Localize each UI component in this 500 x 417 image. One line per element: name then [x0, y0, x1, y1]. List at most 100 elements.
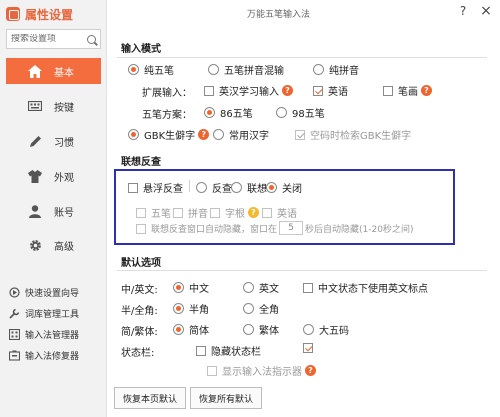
radio-control[interactable]	[173, 324, 184, 335]
radio-control[interactable]	[266, 182, 277, 193]
radio-wubi-pinyin[interactable]: 五笔拼音混输	[208, 62, 284, 77]
check-show-indicator[interactable]: 显示输入法指示器 ?	[207, 363, 316, 378]
help-icon[interactable]: ?	[305, 365, 316, 376]
radio-label: 反查	[212, 184, 232, 195]
auto-hide-suffix-text: 秒后自动隐藏(1-20秒之间)	[305, 225, 414, 235]
checkbox-control[interactable]	[262, 207, 272, 218]
check-sub-pinyin[interactable]: 拼音	[173, 205, 208, 220]
checkbox-control[interactable]	[383, 85, 393, 96]
check-space-gbk[interactable]: 空码时检索GBK生僻字	[295, 127, 411, 142]
radio-control[interactable]	[276, 107, 287, 118]
radio-control[interactable]	[208, 64, 219, 75]
radio-98-wubi[interactable]: 98五笔	[276, 105, 325, 120]
check-auto-hide[interactable]: 联想反查窗口自动隐藏，窗口在	[136, 222, 277, 235]
gear-icon	[28, 238, 42, 252]
close-button[interactable]: ×	[478, 3, 494, 19]
checkbox-control[interactable]	[207, 365, 217, 376]
help-icon[interactable]: ?	[248, 207, 259, 218]
check-hide-status-bar[interactable]: 隐藏状态栏	[196, 343, 261, 358]
radio-reverse[interactable]: 反查	[196, 180, 232, 195]
check-english[interactable]: 英语	[313, 83, 348, 98]
radio-control[interactable]	[128, 129, 139, 140]
radio-control[interactable]	[173, 303, 184, 314]
radio-label: 繁体	[259, 326, 279, 337]
radio-control[interactable]	[213, 129, 224, 140]
radio-chinese[interactable]: 中文	[173, 280, 209, 295]
radio-english[interactable]: 英文	[243, 280, 279, 295]
search-input[interactable]	[11, 34, 85, 44]
tool-ime-manager[interactable]: 输入法管理器	[8, 326, 105, 342]
checkbox-control[interactable]	[128, 182, 138, 193]
tool-ime-repair[interactable]: 输入法修复器	[8, 347, 105, 363]
window-title: 万能五笔输入法	[247, 10, 311, 20]
tool-dict-manager[interactable]: 词库管理工具	[8, 305, 105, 321]
checkbox-control[interactable]	[196, 345, 206, 356]
radio-association[interactable]: 联想	[231, 180, 267, 195]
check-sub-wubi[interactable]: 五笔	[136, 205, 171, 220]
radio-off[interactable]: 关闭	[266, 180, 302, 195]
radio-big5[interactable]: 大五码	[303, 322, 349, 337]
checkbox-control[interactable]	[313, 85, 323, 96]
radio-control[interactable]	[204, 107, 215, 118]
radio-control[interactable]	[196, 182, 207, 193]
checkbox-label: 空码时检索GBK生僻字	[310, 131, 412, 142]
check-en-punct-in-cn[interactable]: 中文状态下使用英文标点	[303, 280, 428, 295]
radio-pure-wubi[interactable]: 纯五笔	[128, 62, 174, 77]
checkbox-control[interactable]	[303, 343, 313, 353]
nav-item-keys[interactable]: 按键	[6, 93, 101, 119]
radio-common-chars[interactable]: 常用汉字	[213, 127, 269, 142]
check-sub-english[interactable]: 英语	[262, 205, 297, 220]
checkbox-control[interactable]	[173, 207, 183, 218]
radio-control[interactable]	[243, 303, 254, 314]
checkbox-control[interactable]	[295, 129, 305, 140]
main-panel: 万能五笔输入法 ? × 输入模式 纯五笔 五笔拼音混输 纯拼音 扩展输入： 英汉…	[107, 0, 500, 417]
radio-control[interactable]	[173, 282, 184, 293]
radio-86-wubi[interactable]: 86五笔	[204, 105, 253, 120]
help-icon[interactable]: ?	[282, 85, 293, 96]
check-status-extra[interactable]	[303, 343, 318, 353]
radio-label: 纯拼音	[329, 66, 359, 77]
radio-half-width[interactable]: 半角	[173, 301, 209, 316]
checkbox-control[interactable]	[136, 207, 146, 218]
radio-label: 常用汉字	[229, 131, 269, 142]
radio-simplified[interactable]: 简体	[173, 322, 209, 337]
search-icon[interactable]	[87, 34, 96, 44]
radio-gbk-rare[interactable]: GBK生僻字 ?	[128, 127, 210, 142]
checkbox-label: 联想反查窗口自动隐藏，窗口在	[151, 225, 278, 235]
divider	[117, 57, 487, 58]
checkbox-control[interactable]	[204, 85, 214, 96]
check-float-reverse[interactable]: 悬浮反查	[128, 180, 183, 195]
checkbox-control[interactable]	[210, 207, 220, 218]
radio-control[interactable]	[303, 324, 314, 335]
check-en-cn-learning[interactable]: 英汉学习输入 ?	[204, 83, 293, 98]
checkbox-control[interactable]	[136, 223, 146, 234]
radio-control[interactable]	[243, 282, 254, 293]
radio-control[interactable]	[128, 64, 139, 75]
radio-control[interactable]	[231, 182, 242, 193]
nav-item-basic[interactable]: 基本	[6, 58, 101, 84]
brand-title: 属性设置	[25, 7, 74, 22]
help-icon[interactable]: ?	[421, 85, 432, 96]
nav-item-advanced[interactable]: 高级	[6, 232, 101, 258]
nav-item-account[interactable]: 账号	[6, 198, 101, 224]
help-icon[interactable]: ?	[198, 129, 210, 140]
restore-all-defaults-button[interactable]: 恢复所有默认	[190, 387, 262, 409]
radio-pure-pinyin[interactable]: 纯拼音	[313, 62, 359, 77]
radio-control[interactable]	[243, 324, 254, 335]
radio-traditional[interactable]: 繁体	[243, 322, 279, 337]
auto-hide-seconds-input[interactable]: 5	[279, 221, 303, 235]
help-button[interactable]: ?	[455, 4, 471, 20]
section-title-reverse: 联想反查	[121, 157, 161, 168]
checkbox-control[interactable]	[303, 282, 313, 293]
check-stroke[interactable]: 笔画 ?	[383, 83, 432, 98]
nav-item-habits[interactable]: 习惯	[6, 128, 101, 154]
radio-control[interactable]	[313, 64, 324, 75]
nav-item-appearance[interactable]: 外观	[6, 163, 101, 189]
settings-logo-icon	[6, 7, 20, 21]
check-sub-radical[interactable]: 字根 ?	[210, 205, 259, 220]
radio-full-width[interactable]: 全角	[243, 301, 279, 316]
section-title-defaults: 默认选项	[121, 258, 161, 269]
restore-page-defaults-button[interactable]: 恢复本页默认	[114, 387, 186, 409]
tool-quick-setup[interactable]: 快速设置向导	[8, 284, 105, 300]
search-box[interactable]	[6, 29, 101, 49]
